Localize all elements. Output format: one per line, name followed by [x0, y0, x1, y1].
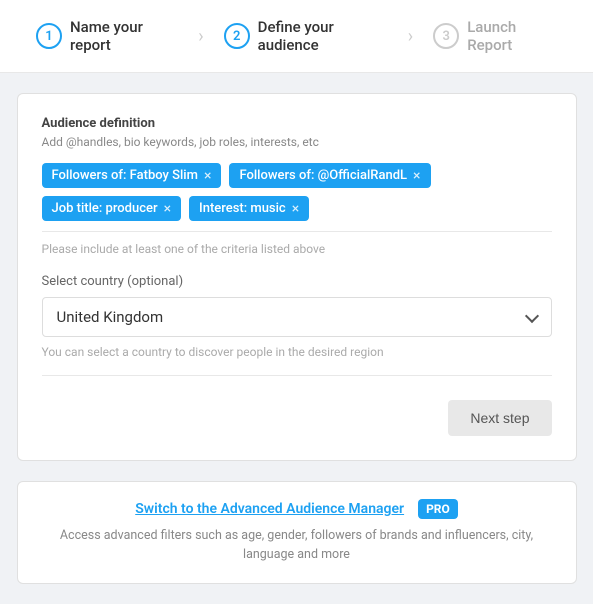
next-step-button[interactable]: Next step	[448, 400, 551, 436]
tag-1-close[interactable]: ×	[204, 169, 211, 183]
audience-title: Audience definition	[42, 116, 552, 131]
step-2-label: Define your audience	[258, 18, 388, 54]
tag-1[interactable]: Followers of: Fatboy Slim ×	[42, 163, 222, 188]
advanced-row: Switch to the Advanced Audience Manager …	[42, 498, 552, 519]
step-1: 1 Name your report	[20, 18, 194, 54]
step-3-circle: 3	[433, 23, 459, 49]
tags-container: Followers of: Fatboy Slim × Followers of…	[42, 163, 552, 221]
advanced-audience-link[interactable]: Switch to the Advanced Audience Manager	[135, 501, 404, 517]
step-divider-1: ›	[194, 26, 207, 47]
stepper: 1 Name your report › 2 Define your audie…	[0, 0, 593, 73]
advanced-description: Access advanced filters such as age, gen…	[42, 527, 552, 565]
tag-2-close[interactable]: ×	[413, 169, 420, 183]
country-value: United Kingdom	[57, 308, 164, 326]
country-select[interactable]: United Kingdom	[42, 297, 552, 337]
step-divider-2: ›	[404, 26, 417, 47]
tag-3-close[interactable]: ×	[164, 202, 171, 216]
step-3: 3 Launch Report	[417, 18, 573, 54]
tag-2[interactable]: Followers of: @OfficialRandL ×	[229, 163, 430, 188]
tag-4-close[interactable]: ×	[292, 202, 299, 216]
step-2-circle: 2	[224, 23, 250, 49]
country-label: Select country (optional)	[42, 274, 552, 289]
country-hint: You can select a country to discover peo…	[42, 345, 552, 376]
tag-3[interactable]: Job title: producer ×	[42, 196, 182, 221]
step-1-label: Name your report	[70, 18, 178, 54]
tag-4[interactable]: Interest: music ×	[189, 196, 309, 221]
button-row: Next step	[42, 400, 552, 436]
audience-card: Audience definition Add @handles, bio ke…	[17, 93, 577, 461]
step-2: 2 Define your audience	[208, 18, 404, 54]
audience-hint: Please include at least one of the crite…	[42, 231, 552, 256]
pro-badge: PRO	[418, 499, 458, 519]
step-3-label: Launch Report	[467, 18, 557, 54]
advanced-section: Switch to the Advanced Audience Manager …	[17, 481, 577, 584]
audience-subtitle: Add @handles, bio keywords, job roles, i…	[42, 135, 552, 149]
step-1-circle: 1	[36, 23, 62, 49]
chevron-down-icon	[524, 309, 538, 323]
